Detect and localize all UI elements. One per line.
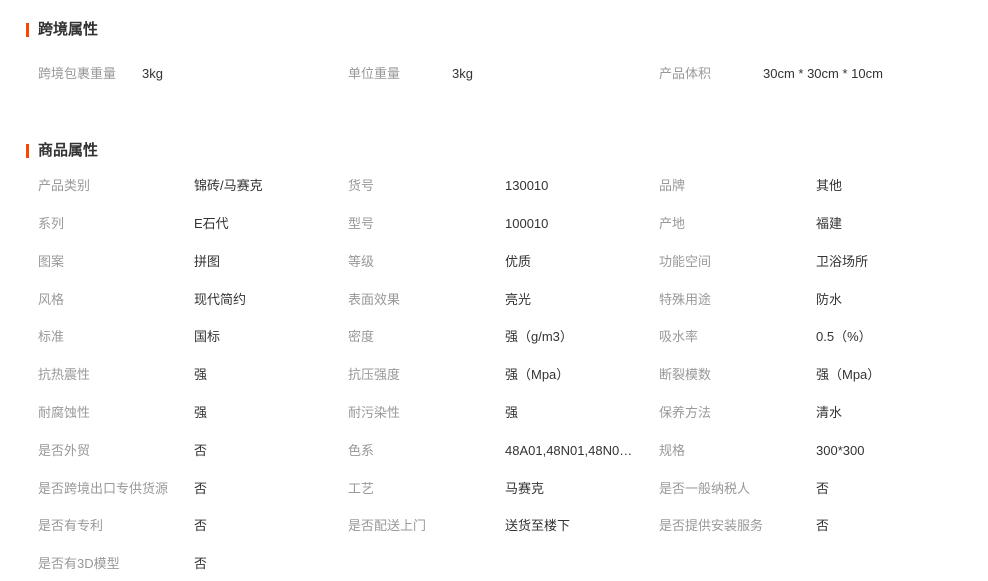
attr-value: 强 xyxy=(194,405,208,420)
attr-value: 送货至楼下 xyxy=(505,518,571,533)
attr-label: 抗热震性 xyxy=(38,367,91,382)
attr-label: 是否一般纳税人 xyxy=(659,481,751,496)
attr-label: 风格 xyxy=(38,292,65,307)
product-title-text: 商品属性 xyxy=(38,142,99,159)
product-attr-row: 是否有3D模型 否 xyxy=(0,556,988,572)
attr-label: 是否外贸 xyxy=(38,443,91,458)
attr-value: 否 xyxy=(816,481,830,496)
attr-label: 工艺 xyxy=(348,481,375,496)
attr-value: 马赛克 xyxy=(505,481,545,496)
attr-value: 3kg xyxy=(452,66,473,81)
attr-value: 否 xyxy=(194,518,208,533)
attr-label: 标准 xyxy=(38,329,65,344)
product-attr-row: 图案 拼图 等级 优质 功能空间 卫浴场所 xyxy=(0,254,988,270)
attr-value: 拼图 xyxy=(194,254,221,269)
attr-label: 断裂模数 xyxy=(659,367,712,382)
attr-label: 抗压强度 xyxy=(348,367,401,382)
attr-value: 否 xyxy=(816,518,830,533)
product-attr-row: 是否有专利 否 是否配送上门 送货至楼下 是否提供安装服务 否 xyxy=(0,518,988,534)
attr-value: 强（g/m3） xyxy=(505,329,573,344)
attr-value: 优质 xyxy=(505,254,532,269)
attr-label: 功能空间 xyxy=(659,254,712,269)
attr-value: 30cm * 30cm * 10cm xyxy=(763,66,883,81)
attr-label: 密度 xyxy=(348,329,375,344)
attr-label: 特殊用途 xyxy=(659,292,712,307)
cross-border-title-text: 跨境属性 xyxy=(38,21,99,38)
attr-label: 型号 xyxy=(348,216,375,231)
product-attr-row: 抗热震性 强 抗压强度 强（Mpa） 断裂模数 强（Mpa） xyxy=(0,367,988,383)
attr-label: 跨境包裹重量 xyxy=(38,66,117,81)
attr-label: 等级 xyxy=(348,254,375,269)
attr-value: 强 xyxy=(194,367,208,382)
attr-label: 保养方法 xyxy=(659,405,712,420)
attr-value: 强 xyxy=(505,405,519,420)
attr-label: 规格 xyxy=(659,443,686,458)
product-attr-row: 风格 现代简约 表面效果 亮光 特殊用途 防水 xyxy=(0,292,988,308)
section-accent-bar xyxy=(26,23,29,37)
attr-value: 强（Mpa） xyxy=(816,367,881,382)
attr-value: 0.5（%） xyxy=(816,329,872,344)
attr-label: 是否配送上门 xyxy=(348,518,427,533)
attr-label: 产地 xyxy=(659,216,686,231)
attr-label: 产品类别 xyxy=(38,178,91,193)
attr-value: 3kg xyxy=(142,66,163,81)
cross-border-row: 跨境包裹重量 3kg 单位重量 3kg 产品体积 30cm * 30cm * 1… xyxy=(0,66,988,82)
product-attr-row: 是否外贸 否 色系 48A01,48N01,48N01-... 规格 300*3… xyxy=(0,443,988,459)
attr-value: 否 xyxy=(194,556,208,571)
attr-value: 强（Mpa） xyxy=(505,367,570,382)
attr-value: 48A01,48N01,48N01-... xyxy=(505,443,637,458)
attr-value: 否 xyxy=(194,481,208,496)
attr-value: 其他 xyxy=(816,178,843,193)
product-section-title: 商品属性 xyxy=(26,143,98,159)
attr-label: 吸水率 xyxy=(659,329,699,344)
attr-label: 耐腐蚀性 xyxy=(38,405,91,420)
attr-label: 表面效果 xyxy=(348,292,401,307)
attr-label: 产品体积 xyxy=(659,66,712,81)
attr-value: 300*300 xyxy=(816,443,865,458)
attr-value: 100010 xyxy=(505,216,549,231)
product-attr-row: 产品类别 锦砖/马赛克 货号 130010 品牌 其他 xyxy=(0,178,988,194)
attr-value: 锦砖/马赛克 xyxy=(194,178,263,193)
attr-label: 耐污染性 xyxy=(348,405,401,420)
attr-value: 130010 xyxy=(505,178,549,193)
attr-label: 是否有专利 xyxy=(38,518,104,533)
section-accent-bar xyxy=(26,144,29,158)
attr-label: 单位重量 xyxy=(348,66,401,81)
cross-border-section-title: 跨境属性 xyxy=(26,22,98,38)
attr-value: 防水 xyxy=(816,292,843,307)
product-attr-row: 标准 国标 密度 强（g/m3） 吸水率 0.5（%） xyxy=(0,329,988,345)
attr-value: 清水 xyxy=(816,405,843,420)
attr-label: 货号 xyxy=(348,178,375,193)
attr-label: 系列 xyxy=(38,216,65,231)
attr-value: 卫浴场所 xyxy=(816,254,869,269)
attr-value: 现代简约 xyxy=(194,292,247,307)
attr-value: 亮光 xyxy=(505,292,532,307)
attr-value: E石代 xyxy=(194,216,229,231)
attr-value: 否 xyxy=(194,443,208,458)
attr-value: 福建 xyxy=(816,216,843,231)
product-attr-row: 系列 E石代 型号 100010 产地 福建 xyxy=(0,216,988,232)
attr-label: 品牌 xyxy=(659,178,686,193)
attr-label: 是否提供安装服务 xyxy=(659,518,764,533)
product-attr-row: 是否跨境出口专供货源 否 工艺 马赛克 是否一般纳税人 否 xyxy=(0,481,988,497)
attr-label: 图案 xyxy=(38,254,65,269)
attr-label: 色系 xyxy=(348,443,375,458)
product-attr-row: 耐腐蚀性 强 耐污染性 强 保养方法 清水 xyxy=(0,405,988,421)
attr-value: 国标 xyxy=(194,329,221,344)
attr-label: 是否跨境出口专供货源 xyxy=(38,481,169,496)
attr-label: 是否有3D模型 xyxy=(38,556,120,571)
